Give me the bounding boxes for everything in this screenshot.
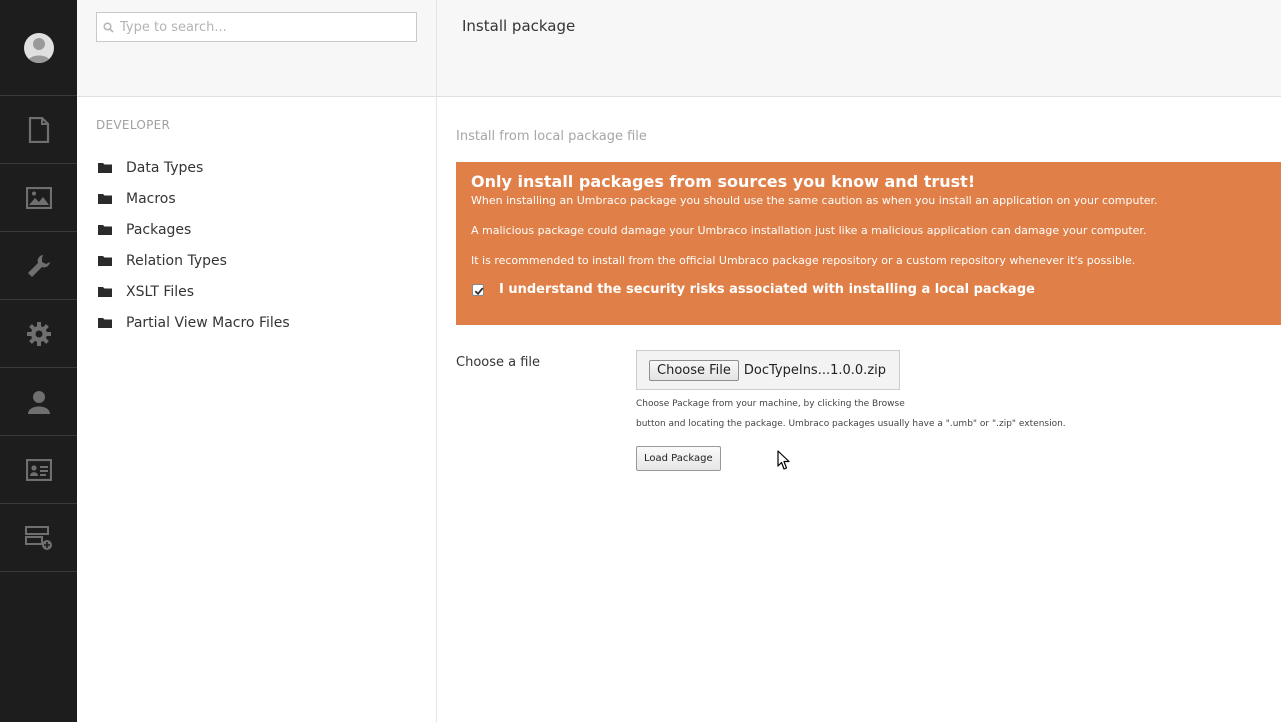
wrench-icon: [27, 254, 50, 277]
file-help-line-2: button and locating the package. Umbraco…: [636, 419, 1066, 429]
app-sidebar: [0, 0, 77, 722]
folder-icon: [98, 317, 114, 328]
user-icon: [27, 390, 50, 414]
tree-item-xslt-files[interactable]: XSLT Files: [98, 276, 290, 307]
mouse-cursor-icon: [777, 450, 790, 470]
page-title: Install package: [462, 17, 576, 35]
main-panel: Install package Install from local packa…: [437, 0, 1281, 722]
folder-icon: [98, 162, 114, 173]
tree-item-label: Data Types: [126, 159, 204, 176]
folder-icon: [98, 255, 114, 266]
search-input[interactable]: [120, 19, 410, 35]
section-members[interactable]: [0, 436, 77, 504]
section-settings-tools[interactable]: [0, 232, 77, 300]
folder-icon: [98, 224, 114, 235]
tree-item-label: XSLT Files: [126, 283, 195, 300]
warning-text-3: It is recommended to install from the of…: [471, 254, 1136, 267]
forms-icon: [24, 525, 52, 550]
section-developer[interactable]: [0, 300, 77, 368]
section-forms[interactable]: [0, 504, 77, 572]
section-media[interactable]: [0, 164, 77, 232]
load-package-button[interactable]: Load Package: [636, 446, 721, 471]
avatar-section: [0, 0, 77, 96]
tree-item-relation-types[interactable]: Relation Types: [98, 245, 290, 276]
tree-list: Data Types Macros Packages Relation Type…: [98, 152, 290, 338]
tree-item-label: Relation Types: [126, 252, 227, 269]
media-icon: [25, 186, 52, 209]
file-help-line-1: Choose Package from your machine, by cli…: [636, 399, 905, 409]
tree-item-label: Partial View Macro Files: [126, 314, 290, 331]
warning-text-1: When installing an Umbraco package you s…: [471, 194, 1158, 207]
warning-heading: Only install packages from sources you k…: [471, 172, 976, 191]
search-icon: [103, 21, 114, 33]
tree-section-title: DEVELOPER: [96, 118, 171, 132]
main-header: Install package: [437, 0, 1281, 97]
tree-item-label: Macros: [126, 190, 176, 207]
tree-panel: DEVELOPER Data Types Macros Packages Rel…: [77, 0, 437, 722]
user-avatar-icon: [26, 37, 51, 63]
document-icon: [28, 116, 49, 143]
agree-label[interactable]: I understand the security risks associat…: [499, 282, 1035, 297]
member-card-icon: [25, 458, 52, 481]
choose-file-label: Choose a file: [456, 355, 541, 370]
folder-icon: [98, 193, 114, 204]
section-users[interactable]: [0, 368, 77, 436]
file-input[interactable]: Choose File DocTypeIns...1.0.0.zip: [636, 350, 900, 390]
gear-icon: [26, 321, 51, 346]
tree-item-macros[interactable]: Macros: [98, 183, 290, 214]
section-content[interactable]: [0, 96, 77, 164]
warning-text-2: A malicious package could damage your Um…: [471, 224, 1147, 237]
tree-item-packages[interactable]: Packages: [98, 214, 290, 245]
file-help-text: Choose Package from your machine, by cli…: [636, 394, 1096, 434]
search-box[interactable]: [96, 12, 417, 42]
security-warning: Only install packages from sources you k…: [456, 162, 1281, 325]
folder-icon: [98, 286, 114, 297]
agree-checkbox[interactable]: [472, 283, 484, 296]
tree-item-label: Packages: [126, 221, 192, 238]
tree-item-partial-view-macro-files[interactable]: Partial View Macro Files: [98, 307, 290, 338]
tree-header: [77, 0, 436, 97]
agree-row: I understand the security risks associat…: [471, 282, 1267, 297]
avatar[interactable]: [23, 32, 54, 63]
choose-file-button[interactable]: Choose File: [649, 359, 739, 381]
checkmark-icon: [474, 286, 484, 295]
tree-item-data-types[interactable]: Data Types: [98, 152, 290, 183]
section-subtitle: Install from local package file: [456, 129, 647, 144]
selected-file-name: DocTypeIns...1.0.0.zip: [743, 362, 887, 378]
